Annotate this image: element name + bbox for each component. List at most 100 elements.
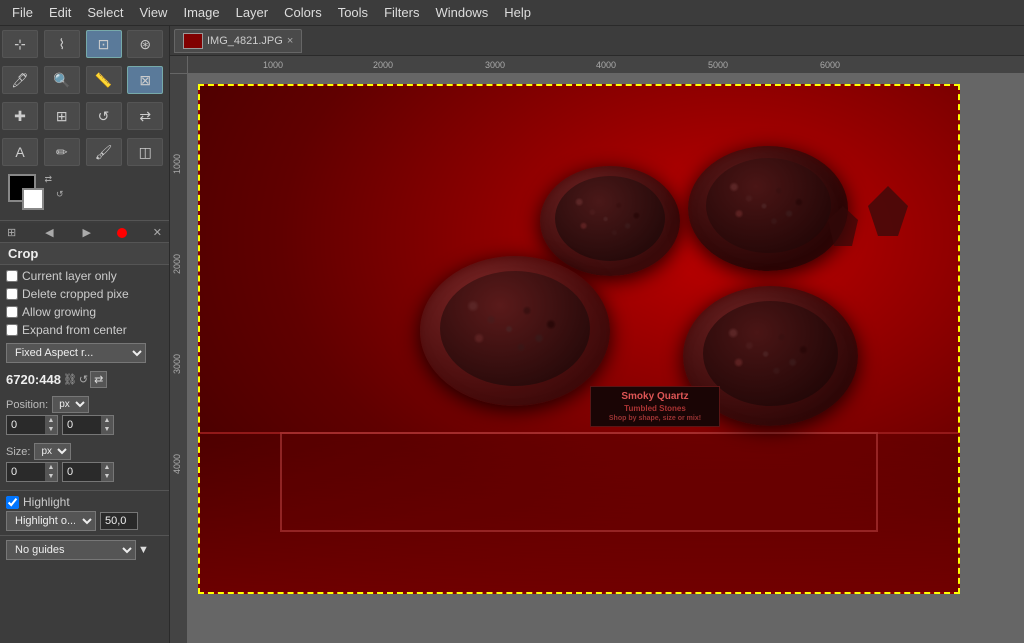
pencil-tool[interactable]: ✏ — [44, 138, 80, 166]
position-label-row: Position: px — [6, 396, 163, 413]
size-x-down[interactable]: ▼ — [45, 472, 57, 481]
highlight-row: Highlight — [6, 495, 163, 509]
toolbox-options-bar: ⊞ ◀ ▶ ✕ — [0, 223, 169, 243]
bowl-inner-back — [555, 176, 665, 261]
position-y-up[interactable]: ▲ — [101, 416, 113, 425]
fuzzy-select-tool[interactable]: ⊛ — [127, 30, 163, 58]
left-ruler: 1000 2000 3000 4000 — [170, 74, 188, 643]
menu-image[interactable]: Image — [175, 3, 227, 22]
position-x-up[interactable]: ▲ — [45, 416, 57, 425]
size-x-up[interactable]: ▲ — [45, 463, 57, 472]
size-label: Size: — [6, 446, 30, 458]
eraser-tool[interactable]: ◫ — [127, 138, 163, 166]
tab-bar: IMG_4821.JPG × — [170, 26, 1024, 56]
tab-close-button[interactable]: × — [287, 35, 293, 47]
delete-cropped-label: Delete cropped pixe — [22, 287, 129, 301]
paintbrush-tool[interactable]: 🖌 — [86, 138, 122, 166]
new-toolbox-icon[interactable]: ⊞ — [4, 225, 19, 240]
move-tool[interactable]: ✚ — [2, 102, 38, 130]
ruler-inner: 1000 2000 3000 4000 5000 6000 1000 2000 — [170, 56, 1024, 643]
size-y-input[interactable]: 0 — [63, 464, 101, 480]
align-tool[interactable]: ⊞ — [44, 102, 80, 130]
size-label-row: Size: px — [6, 443, 163, 460]
zoom-tool[interactable]: 🔍 — [44, 66, 80, 94]
image-canvas[interactable]: Smoky Quartz Tumbled Stones Shop by shap… — [198, 84, 960, 594]
highlight-type-select[interactable]: Highlight o... — [6, 511, 96, 531]
highlight-sub-row: Highlight o... — [6, 511, 163, 531]
menu-file[interactable]: File — [4, 3, 41, 22]
allow-growing-checkbox[interactable] — [6, 306, 18, 318]
delete-cropped-checkbox[interactable] — [6, 288, 18, 300]
rect-select-tool[interactable]: ⊡ — [86, 30, 122, 58]
current-layer-checkbox[interactable] — [6, 270, 18, 282]
size-y-down[interactable]: ▼ — [101, 472, 113, 481]
current-layer-option: Current layer only — [6, 269, 163, 283]
background-color[interactable] — [22, 188, 44, 210]
menu-edit[interactable]: Edit — [41, 3, 79, 22]
expand-center-checkbox[interactable] — [6, 324, 18, 336]
highlight-value-input[interactable] — [100, 512, 138, 530]
reset-colors-icon[interactable]: ↺ — [56, 189, 64, 200]
red-dot-indicator — [117, 228, 127, 238]
toolbox: ⊹ ⌇ ⊡ ⊛ 🖊 🔍 📏 ⊠ ✚ ⊞ ↺ ⇄ A ✏ 🖌 ◫ — [0, 26, 170, 643]
top-ruler: 1000 2000 3000 4000 5000 6000 — [188, 56, 1024, 74]
position-x-down[interactable]: ▼ — [45, 425, 57, 434]
color-area: ⇄ ↺ — [0, 170, 169, 218]
corner-box — [170, 56, 188, 74]
position-y-wrap: 0 ▲ ▼ — [62, 415, 114, 435]
no-guides-dropdown-icon[interactable]: ▼ — [138, 544, 149, 556]
bowl-front-center — [420, 256, 610, 406]
menu-view[interactable]: View — [132, 3, 176, 22]
fixed-aspect-select[interactable]: Fixed Aspect r... — [6, 343, 146, 363]
tool-icons-primary: ⊹ ⌇ ⊡ ⊛ — [0, 26, 169, 62]
ruler-mark-1000: 1000 — [263, 60, 283, 70]
menu-select[interactable]: Select — [79, 3, 131, 22]
ellipse-select-tool[interactable]: ⊹ — [2, 30, 38, 58]
position-x-input[interactable]: 0 — [7, 417, 45, 433]
text-tool[interactable]: A — [2, 138, 38, 166]
size-unit-select[interactable]: px — [34, 443, 71, 460]
position-unit-select[interactable]: px — [52, 396, 89, 413]
swap-dimensions-icon[interactable]: ⇄ — [90, 371, 107, 388]
size-y-up[interactable]: ▲ — [101, 463, 113, 472]
transform-tool[interactable]: ↺ — [86, 102, 122, 130]
close-panel-icon[interactable]: ✕ — [150, 225, 165, 240]
current-layer-label: Current layer only — [22, 269, 117, 283]
dimensions-value: 6720:448 — [6, 372, 61, 387]
back-icon[interactable]: ◀ — [42, 225, 56, 240]
size-x-input[interactable]: 0 — [7, 464, 45, 480]
free-select-tool[interactable]: ⌇ — [44, 30, 80, 58]
position-inputs-row: 0 ▲ ▼ 0 ▲ ▼ — [6, 415, 163, 435]
no-guides-select[interactable]: No guides — [6, 540, 136, 560]
flip-tool[interactable]: ⇄ — [127, 102, 163, 130]
crop-tool[interactable]: ⊠ — [127, 66, 163, 94]
position-y-input[interactable]: 0 — [63, 417, 101, 433]
menu-windows[interactable]: Windows — [427, 3, 496, 22]
menu-tools[interactable]: Tools — [330, 3, 376, 22]
chain-icon[interactable]: ⛓ — [63, 373, 77, 386]
menu-filters[interactable]: Filters — [376, 3, 427, 22]
tool-icons-row4: A ✏ 🖌 ◫ — [0, 134, 169, 170]
bowl-inner-back-right — [706, 158, 831, 253]
forward-icon[interactable]: ▶ — [80, 225, 94, 240]
color-boxes[interactable]: ⇄ — [8, 174, 52, 214]
reset-dimensions-icon[interactable]: ↺ — [79, 373, 88, 386]
menu-help[interactable]: Help — [496, 3, 539, 22]
swap-colors-icon[interactable]: ⇄ — [44, 174, 52, 185]
canvas-area: IMG_4821.JPG × 1000 2000 3000 4000 500 — [170, 26, 1024, 643]
measure-tool[interactable]: 📏 — [86, 66, 122, 94]
color-pick-tool[interactable]: 🖊 — [2, 66, 38, 94]
highlight-checkbox[interactable] — [6, 496, 19, 509]
position-x-wrap: 0 ▲ ▼ — [6, 415, 58, 435]
ruler-row: 1000 2000 3000 4000 5000 6000 — [170, 56, 1024, 74]
size-inputs-row: 0 ▲ ▼ 0 ▲ ▼ — [6, 462, 163, 482]
sign-line2: Tumbled Stones — [597, 404, 713, 413]
size-x-wrap: 0 ▲ ▼ — [6, 462, 58, 482]
menu-colors[interactable]: Colors — [276, 3, 330, 22]
menu-layer[interactable]: Layer — [228, 3, 277, 22]
position-label: Position: — [6, 399, 48, 411]
tool-options-panel: Current layer only Delete cropped pixe A… — [0, 265, 169, 488]
position-y-down[interactable]: ▼ — [101, 425, 113, 434]
image-tab[interactable]: IMG_4821.JPG × — [174, 29, 302, 53]
canvas-viewport[interactable]: Smoky Quartz Tumbled Stones Shop by shap… — [188, 74, 1024, 643]
